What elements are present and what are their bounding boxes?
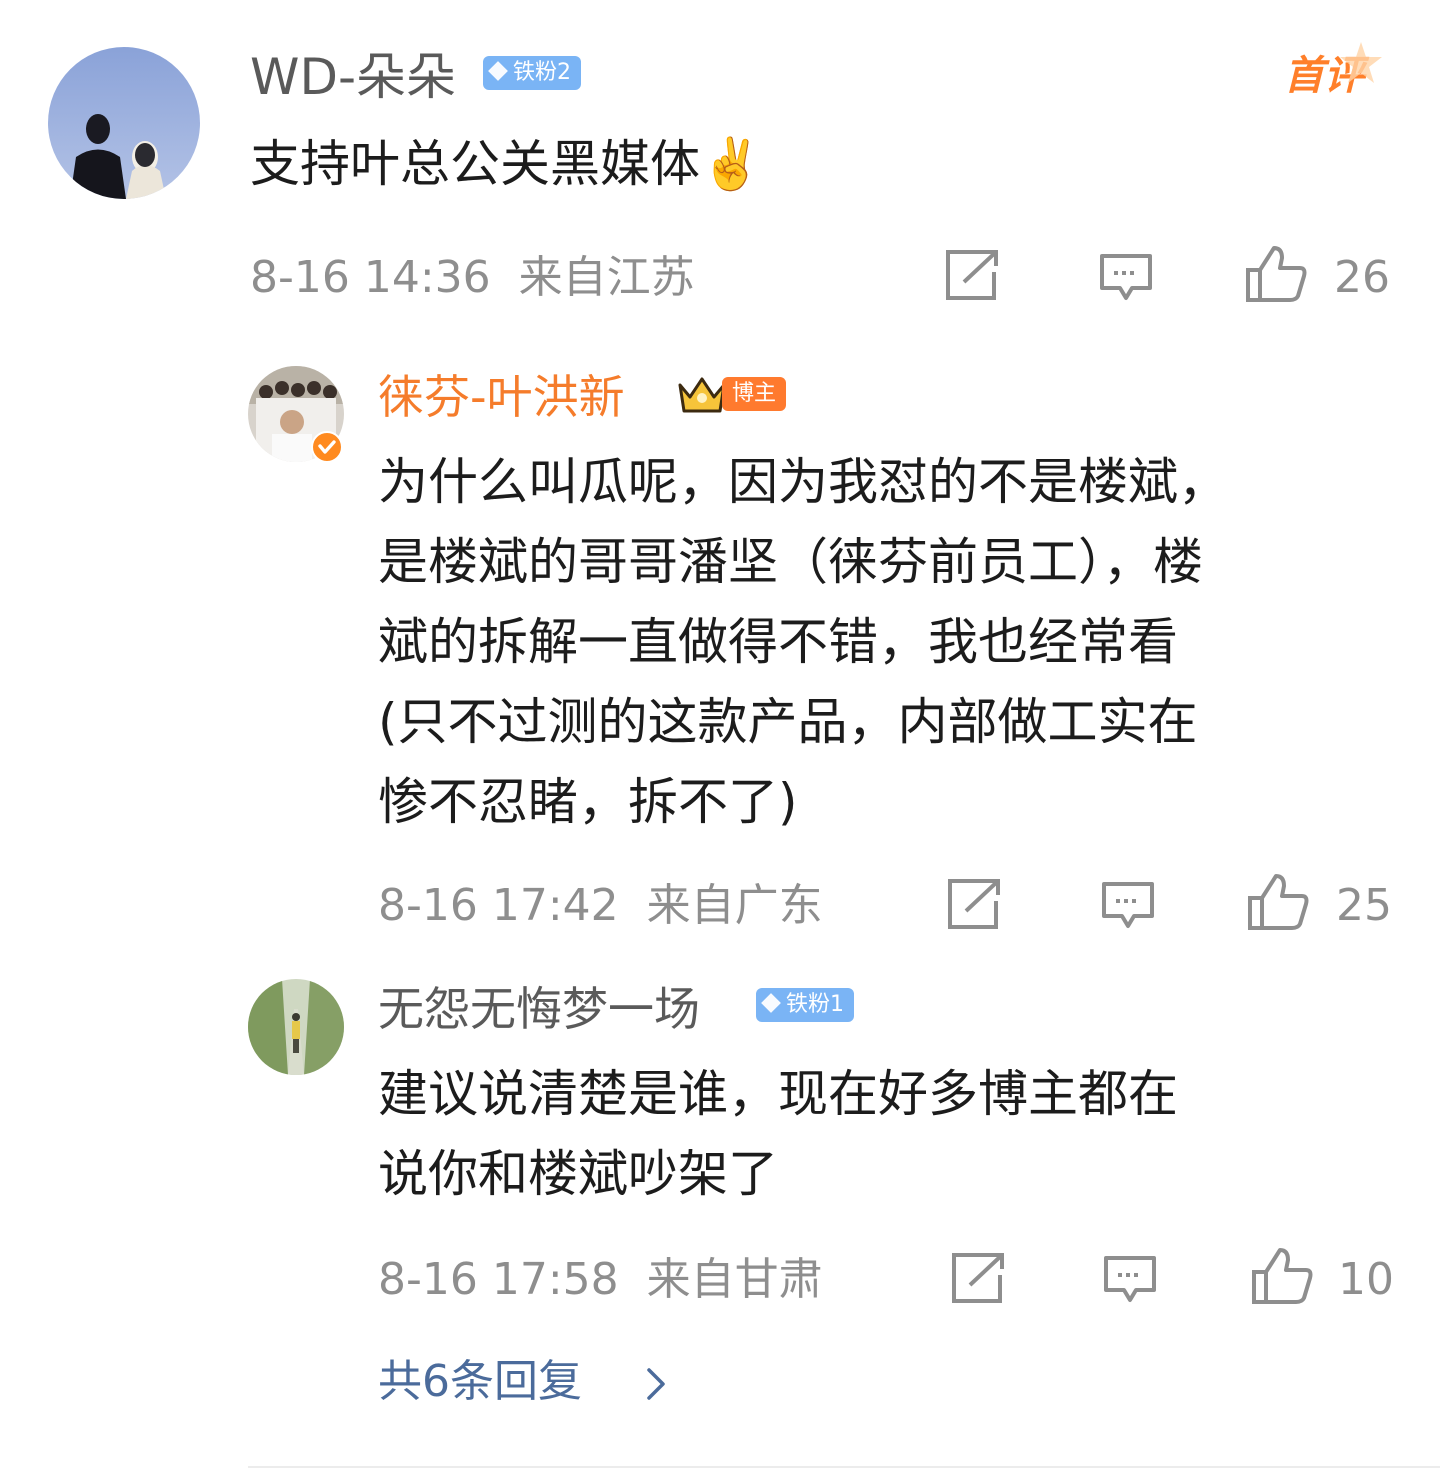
share-icon[interactable]: [944, 248, 1002, 302]
comment-icon[interactable]: [1102, 1254, 1158, 1306]
username[interactable]: WD-朵朵: [250, 52, 456, 102]
reply-meta: 8-16 17:58 来自甘肃: [378, 1258, 823, 1302]
comment-icon[interactable]: [1100, 880, 1156, 932]
star-decoration-icon: [1340, 42, 1382, 83]
share-icon[interactable]: [946, 877, 1004, 931]
comment-text: 支持叶总公关黑媒体: [250, 135, 700, 193]
timestamp: 8-16 14:36: [250, 252, 491, 303]
comment-meta: 8-16 14:36 来自江苏: [250, 256, 695, 300]
diamond-icon: [761, 993, 781, 1013]
reply-content: 为什么叫瓜呢，因为我怼的不是楼斌， 是楼斌的哥哥潘坚（徕芬前员工），楼 斌的拆解…: [378, 442, 1228, 842]
chevron-right-icon[interactable]: [644, 1366, 668, 1402]
fan-badge-label: 铁粉1: [786, 992, 844, 1017]
location: 来自广东: [646, 880, 823, 931]
timestamp: 8-16 17:58: [378, 1254, 619, 1305]
host-badge: 博主: [722, 377, 787, 411]
comment-icon[interactable]: [1098, 252, 1154, 304]
reply-line: 斌的拆解一直做得不错，我也经常看: [378, 613, 1178, 671]
reply-meta: 8-16 17:42 来自广东: [378, 884, 823, 928]
bottom-divider: [248, 1466, 1440, 1468]
fan-badge[interactable]: 铁粉1: [756, 988, 854, 1022]
username[interactable]: 徕芬-叶洪新: [378, 374, 625, 420]
reply-line: 是楼斌的哥哥潘坚（徕芬前员工），楼: [378, 533, 1203, 591]
timestamp: 8-16 17:42: [378, 880, 619, 931]
reply-line: 建议说清楚是谁，现在好多博主都在: [378, 1065, 1178, 1123]
fan-badge-label: 铁粉2: [513, 60, 571, 85]
username[interactable]: 无怨无悔梦一场: [378, 986, 700, 1032]
crown-icon: [678, 377, 726, 413]
verified-icon: [311, 431, 343, 463]
more-replies-label: 共6条回复: [378, 1356, 582, 1407]
reply-content: 建议说清楚是谁，现在好多博主都在 说你和楼斌吵架了: [378, 1054, 1178, 1214]
like-count: 10: [1338, 1254, 1394, 1305]
victory-emoji-icon: ✌️: [700, 135, 763, 193]
diamond-icon: [488, 61, 508, 81]
like-icon[interactable]: [1246, 872, 1310, 932]
more-replies-link[interactable]: 共6条回复: [378, 1360, 582, 1404]
avatar-wd-duoduo[interactable]: [48, 47, 200, 199]
reply-line: 说你和楼斌吵架了: [378, 1145, 778, 1203]
like-count: 25: [1336, 880, 1392, 931]
fan-badge[interactable]: 铁粉2: [483, 56, 581, 90]
like-count: 26: [1334, 252, 1390, 303]
share-icon[interactable]: [950, 1251, 1008, 1305]
location: 来自甘肃: [646, 1254, 823, 1305]
comment-content: 支持叶总公关黑媒体✌️: [250, 124, 762, 204]
reply-line: 惨不忍睹，拆不了): [378, 773, 798, 831]
host-badge-label: 博主: [732, 381, 777, 406]
like-icon[interactable]: [1250, 1246, 1314, 1306]
reply-line: (只不过测的这款产品，内部做工实在: [378, 693, 1198, 751]
location: 来自江苏: [518, 252, 695, 303]
avatar-wuyuanwuhui[interactable]: [248, 979, 344, 1075]
like-icon[interactable]: [1244, 244, 1308, 304]
reply-line: 为什么叫瓜呢，因为我怼的不是楼斌，: [378, 453, 1228, 511]
